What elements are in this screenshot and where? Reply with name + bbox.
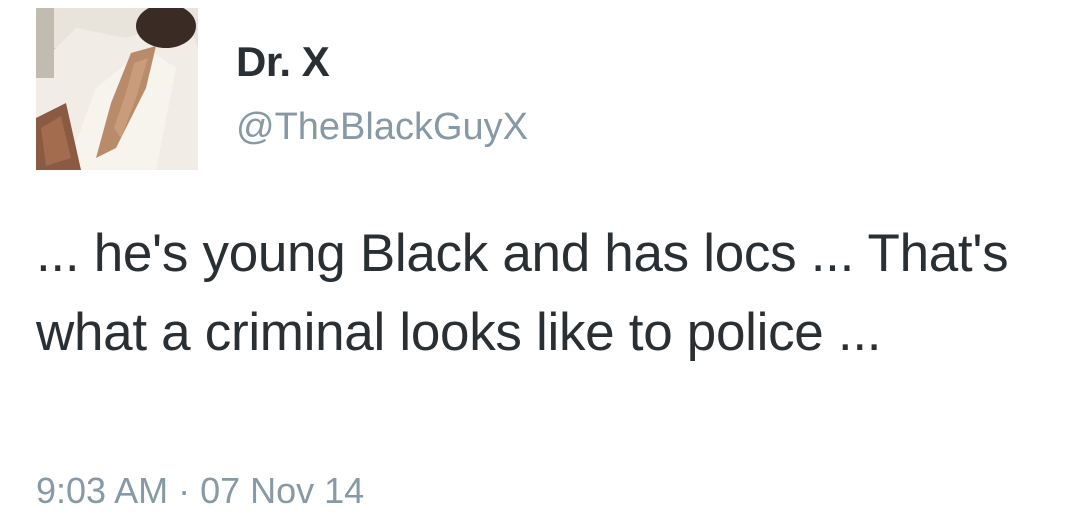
display-name[interactable]: Dr. X bbox=[236, 38, 330, 86]
profile-photo-icon bbox=[36, 8, 198, 170]
tweet-card: Dr. X @TheBlackGuyX ... he's young Black… bbox=[0, 0, 1080, 524]
tweet-timestamp[interactable]: 9:03 AM · 07 Nov 14 bbox=[36, 470, 364, 512]
tweet-text: ... he's young Black and has locs ... Th… bbox=[36, 224, 1009, 362]
avatar[interactable] bbox=[36, 8, 198, 170]
user-handle[interactable]: @TheBlackGuyX bbox=[236, 106, 528, 149]
